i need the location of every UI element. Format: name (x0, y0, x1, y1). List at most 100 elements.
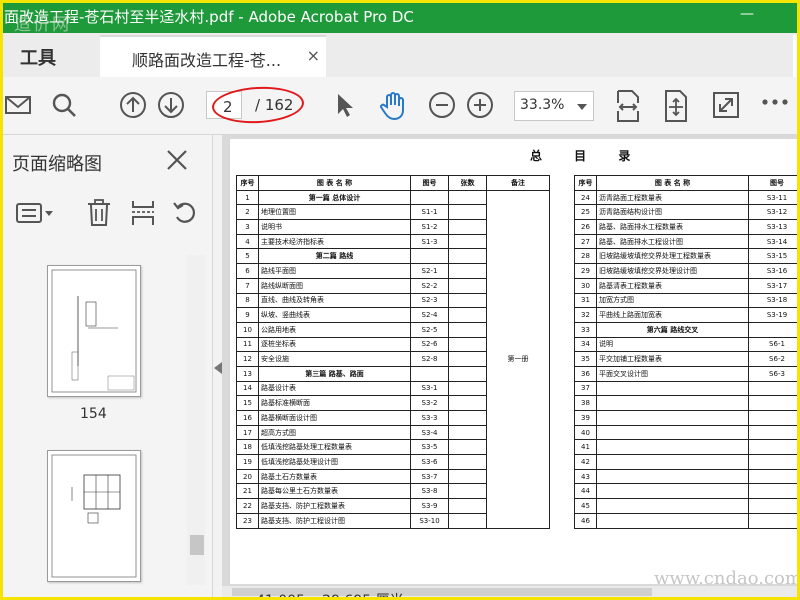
table-row: 33 第六篇 路线交叉 (574, 321, 800, 338)
cell-seq: 40 (574, 424, 597, 441)
cell-count (448, 512, 487, 529)
page-number-input[interactable] (206, 91, 242, 119)
cell-code (410, 189, 449, 206)
cell-seq: 28 (574, 248, 597, 265)
panel-scroll-thumb[interactable] (190, 535, 204, 555)
close-icon[interactable] (166, 149, 188, 171)
fit-page-icon[interactable] (614, 89, 642, 123)
cell-code (748, 512, 800, 529)
page-thumbnail[interactable] (47, 265, 141, 397)
cell-name: 路基标准横断面 (258, 395, 411, 411)
zoom-out-icon[interactable] (428, 91, 456, 119)
search-icon[interactable] (50, 91, 78, 119)
thumbnail-options-icon[interactable] (15, 201, 55, 225)
more-icon[interactable] (762, 97, 788, 107)
tab-close-button[interactable]: × (307, 46, 320, 65)
cell-seq: 12 (236, 351, 259, 367)
cell-count (448, 321, 487, 338)
zoom-in-icon[interactable] (466, 91, 494, 119)
cell-code: S3-19 (748, 307, 800, 323)
table-row: 35 平交加铺工程数量表 S6-2 (574, 351, 800, 367)
collapse-panel-icon[interactable] (214, 362, 222, 374)
cell-seq: 44 (574, 483, 597, 500)
cell-count (448, 233, 487, 250)
page-down-icon[interactable] (157, 91, 185, 119)
fit-width-icon[interactable] (662, 89, 690, 123)
cell-code: S1-1 (410, 204, 449, 221)
panel-title: 页面缩略图 (12, 154, 102, 175)
cell-name (596, 380, 749, 397)
trash-icon[interactable] (86, 199, 112, 227)
tab-tools[interactable]: 工具 (20, 44, 56, 70)
cell-count (448, 292, 487, 309)
tab-next[interactable] (793, 35, 800, 77)
cell-name: 主要技术经济指标表 (258, 233, 411, 250)
index-table-left: 序号 图 表 名 称 图号 张数 备注 1 第一篇 总体设计 第一册 2 地理位置图 S1… (236, 175, 550, 529)
table-row: 37 (574, 380, 800, 397)
cell-code (748, 410, 800, 426)
document-view[interactable]: 总 目 录 序号 图 表 名 称 图号 张数 备注 1 第一篇 总体设计 第一册 2 地… (222, 135, 800, 600)
cell-seq: 7 (236, 277, 259, 294)
table-row: 32 平曲线上路面加宽表 S3-19 (574, 307, 800, 323)
cell-code (748, 454, 800, 470)
table-row: 25 沥青路面结构设计图 S3-12 (574, 204, 800, 221)
cell-seq: 3 (236, 219, 259, 235)
cell-seq: 25 (574, 204, 597, 221)
cell-name: 路线平面图 (258, 263, 411, 279)
cell-code: S3-14 (748, 233, 800, 250)
cell-count (448, 307, 487, 323)
table-row: 39 (574, 410, 800, 426)
table-row: 24 沥青路面工程数量表 S3-11 (574, 189, 800, 206)
cell-name: 路线纵断面图 (258, 277, 411, 294)
cell-code: S3-6 (410, 454, 449, 470)
tab-document-label: 顺路面改造工程-苍... (132, 51, 282, 70)
index-table-right: 序号 图 表 名 称 图号 24 沥青路面工程数量表 S3-11 25 沥青路面结构设计… (574, 175, 800, 529)
cell-code: S3-17 (748, 277, 800, 294)
cell-code (748, 321, 800, 338)
cell-seq: 38 (574, 395, 597, 411)
cell-seq: 41 (574, 439, 597, 456)
mail-icon[interactable] (4, 91, 32, 119)
extract-pages-icon[interactable] (130, 199, 156, 227)
cell-count (448, 424, 487, 441)
cell-code (748, 395, 800, 411)
page-thumbnail[interactable] (47, 450, 141, 582)
cell-seq: 23 (236, 512, 259, 529)
toolbar: / 162 33.3% (0, 77, 800, 135)
cell-seq: 2 (236, 204, 259, 221)
zoom-value: 33.3% (520, 97, 565, 113)
cell-count (448, 410, 487, 426)
zoom-select[interactable]: 33.3% (514, 91, 594, 121)
cell-count (448, 468, 487, 485)
cell-name: 纵坡、竖曲线表 (258, 307, 411, 323)
cell-code: S2-3 (410, 292, 449, 309)
cell-code (748, 468, 800, 485)
cell-seq: 32 (574, 307, 597, 323)
cell-seq: 17 (236, 424, 259, 441)
cell-code: S6-2 (748, 351, 800, 367)
cell-name: 路基支挡、防护工程数量表 (258, 498, 411, 514)
select-arrow-icon[interactable] (333, 91, 357, 119)
table-row: 43 (574, 468, 800, 485)
cell-code (410, 248, 449, 265)
cell-code: S3-13 (748, 219, 800, 235)
minimize-button[interactable]: — (740, 6, 754, 22)
cell-name: 路基横断面设计图 (258, 410, 411, 426)
panel-scrollbar[interactable] (187, 255, 205, 585)
cell-seq: 24 (574, 189, 597, 206)
cell-count (448, 395, 487, 411)
col-header-code: 图号 (748, 175, 800, 191)
cell-name: 第六篇 路线交叉 (596, 321, 749, 338)
page-up-icon[interactable] (119, 91, 147, 119)
cell-code: S3-12 (748, 204, 800, 221)
cell-seq: 39 (574, 410, 597, 426)
table-row: 42 (574, 454, 800, 470)
fullscreen-icon[interactable] (712, 91, 740, 119)
tab-document[interactable]: 顺路面改造工程-苍... × (100, 35, 326, 77)
hand-icon[interactable] (378, 91, 408, 121)
table-row: 28 旧坡路缓坡填挖交界处理工程数量表 S3-15 (574, 248, 800, 265)
cell-seq: 29 (574, 263, 597, 279)
page-count: / 162 (255, 96, 294, 114)
cell-seq: 21 (236, 483, 259, 500)
rotate-icon[interactable] (172, 199, 198, 227)
